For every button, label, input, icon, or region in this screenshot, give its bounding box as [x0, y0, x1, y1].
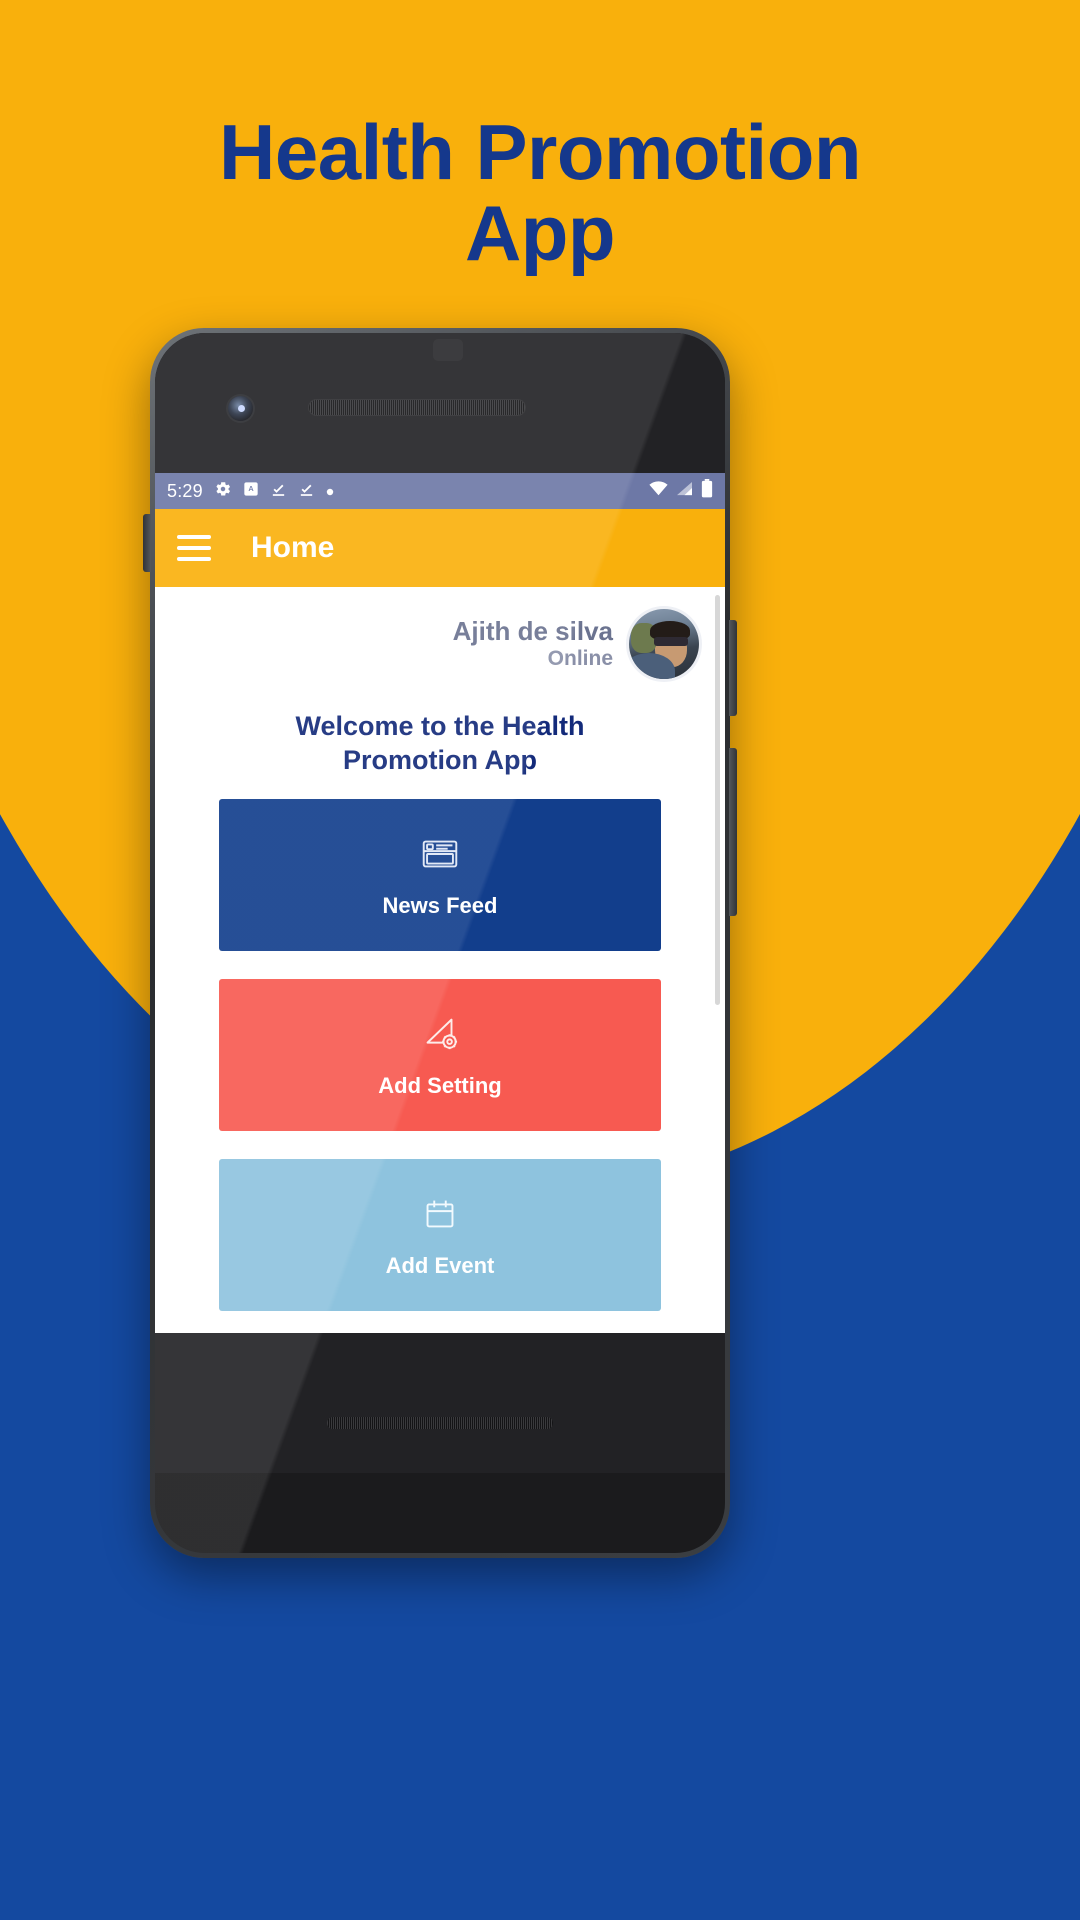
avatar[interactable]: [629, 609, 699, 679]
phone-bottom-bezel: [155, 1333, 725, 1473]
dot-icon: [326, 481, 334, 501]
phone-screen: 5:29 A Home Ajith de silva Online Welcom…: [155, 473, 725, 1333]
status-bar-right-group: [649, 479, 713, 503]
phone-mockup: 5:29 A Home Ajith de silva Online Welcom…: [143, 328, 737, 1558]
battery-icon: [701, 479, 713, 503]
download-done-icon: [298, 480, 315, 502]
download-done-icon: [270, 480, 287, 502]
welcome-line-2: Promotion App: [343, 745, 537, 776]
status-bar-clock: 5:29: [167, 480, 203, 501]
ruler-gear-settings-icon: [417, 1011, 463, 1057]
app-bar: Home: [155, 509, 725, 587]
page-title: Home: [251, 531, 335, 564]
avatar-shoulder: [629, 653, 675, 679]
calendar-icon: [417, 1191, 463, 1237]
content-sheet: Ajith de silva Online Welcome to the Hea…: [157, 587, 723, 1333]
status-bar-left-group: 5:29 A: [167, 480, 334, 503]
add-setting-card-label: Add Setting: [378, 1073, 502, 1099]
status-badge: Online: [547, 646, 613, 670]
hamburger-menu-icon[interactable]: [177, 535, 211, 561]
power-button[interactable]: [729, 620, 737, 716]
menu-card-list: News Feed Add Setting Add Event: [157, 781, 723, 1312]
profile-text-group: Ajith de silva Online: [452, 616, 613, 671]
welcome-line-1: Welcome to the Health: [295, 711, 585, 741]
gear-icon: [214, 480, 232, 503]
earpiece-speaker-icon: [308, 399, 526, 416]
promo-title: Health Promotion App: [0, 108, 1080, 278]
phone-top-bezel: [155, 333, 725, 473]
front-camera-icon: [228, 396, 253, 421]
volume-button[interactable]: [729, 748, 737, 916]
screenshot-icon: A: [243, 481, 259, 502]
svg-text:A: A: [248, 484, 254, 493]
profile-header[interactable]: Ajith de silva Online: [157, 587, 723, 687]
scrollbar[interactable]: [715, 595, 720, 1005]
welcome-message: Welcome to the Health Promotion App: [157, 687, 723, 781]
status-bar: 5:29 A: [155, 473, 725, 509]
phone-body: 5:29 A Home Ajith de silva Online Welcom…: [155, 333, 725, 1553]
news-feed-window-icon: [417, 831, 463, 877]
add-event-card-label: Add Event: [385, 1253, 495, 1279]
wifi-icon: [649, 481, 668, 501]
proximity-sensor-icon: [433, 339, 463, 361]
hamburger-line: [177, 557, 211, 561]
avatar-hair: [650, 621, 690, 640]
cellular-signal-icon: [676, 481, 693, 501]
hamburger-line: [177, 535, 211, 539]
profile-name: Ajith de silva: [452, 616, 613, 647]
add-setting-card[interactable]: Add Setting: [219, 979, 661, 1132]
bottom-speaker-icon: [327, 1417, 553, 1429]
news-feed-card-label: News Feed: [382, 893, 498, 919]
promo-title-line-1: Health Promotion: [218, 108, 862, 196]
left-side-button[interactable]: [143, 514, 151, 572]
add-event-card[interactable]: Add Event: [219, 1159, 661, 1312]
news-feed-card[interactable]: News Feed: [219, 799, 661, 952]
promo-title-line-2: App: [464, 189, 616, 278]
hamburger-line: [177, 546, 211, 550]
